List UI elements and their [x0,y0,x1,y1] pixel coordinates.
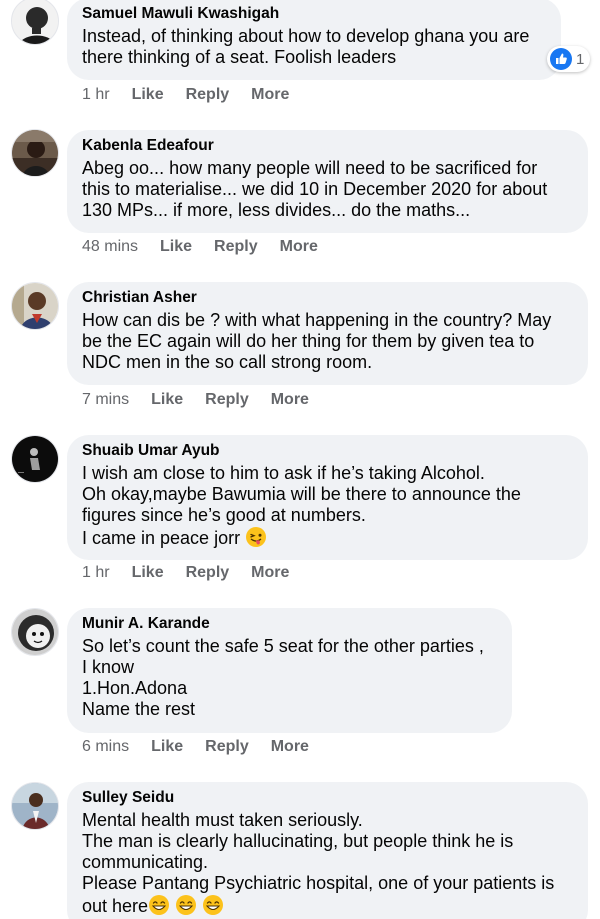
comment-text: So let’s count the safe 5 seat for the o… [82,636,484,719]
commenter-name[interactable]: Shuaib Umar Ayub [82,442,574,460]
comment-text: I wish am close to him to ask if he’s ta… [82,463,521,548]
comment-actions: 6 mins Like Reply More [82,738,331,756]
comment-timestamp[interactable]: 6 mins [82,738,129,756]
comment-bubble: Christian Asher How can dis be ? with wh… [67,282,588,385]
commenter-name[interactable]: Christian Asher [82,289,574,307]
comment-actions: 1 hr Like Reply More [82,564,311,582]
commenter-name[interactable]: Sulley Seidu [82,789,574,807]
avatar[interactable] [11,435,59,483]
reply-button[interactable]: Reply [205,738,249,756]
reaction-count: 1 [576,50,585,68]
like-reaction-icon [550,48,572,70]
reaction-badge[interactable]: 1 [547,46,591,72]
grinning-face-with-smiling-eyes-icon [149,895,170,915]
like-button[interactable]: Like [132,564,164,582]
reply-button[interactable]: Reply [205,391,249,409]
avatar[interactable] [11,282,59,330]
more-button[interactable]: More [280,238,318,256]
grinning-face-with-smiling-eyes-icon [176,895,197,915]
avatar[interactable] [11,0,59,45]
commenter-name[interactable]: Munir A. Karande [82,615,498,633]
more-button[interactable]: More [271,738,309,756]
comment-bubble: Samuel Mawuli Kwashigah Instead, of thin… [67,0,561,80]
like-button[interactable]: Like [151,738,183,756]
comment-actions: 7 mins Like Reply More [82,391,331,409]
avatar[interactable] [11,129,59,177]
like-button[interactable]: Like [132,86,164,104]
avatar[interactable] [11,782,59,830]
reply-button[interactable]: Reply [186,86,230,104]
comment-bubble: Shuaib Umar Ayub I wish am close to him … [67,435,588,560]
like-button[interactable]: Like [151,391,183,409]
comment-text: Instead, of thinking about how to develo… [82,26,530,67]
commenter-name[interactable]: Kabenla Edeafour [82,137,574,155]
comment-timestamp[interactable]: 1 hr [82,564,110,582]
comment-text: Abeg oo... how many people will need to … [82,158,548,220]
avatar[interactable] [11,608,59,656]
comment-actions: 1 hr Like Reply More [82,86,311,104]
more-button[interactable]: More [271,391,309,409]
comment-bubble: Munir A. Karande So let’s count the safe… [67,608,512,733]
reply-button[interactable]: Reply [186,564,230,582]
comment-timestamp[interactable]: 1 hr [82,86,110,104]
comment-bubble: Sulley Seidu Mental health must taken se… [67,782,588,919]
like-button[interactable]: Like [160,238,192,256]
comment-bubble: Kabenla Edeafour Abeg oo... how many peo… [67,130,588,233]
comment-actions: 48 mins Like Reply More [82,238,340,256]
comment-text: Mental health must taken seriously. The … [82,810,555,916]
more-button[interactable]: More [251,564,289,582]
commenter-name[interactable]: Samuel Mawuli Kwashigah [82,5,547,23]
comment-timestamp[interactable]: 7 mins [82,391,129,409]
more-button[interactable]: More [251,86,289,104]
comment-timestamp[interactable]: 48 mins [82,238,138,256]
comment-text: How can dis be ? with what happening in … [82,310,552,372]
grinning-face-with-smiling-eyes-icon [203,895,224,915]
winking-face-with-tongue-icon [246,527,267,547]
reply-button[interactable]: Reply [214,238,258,256]
